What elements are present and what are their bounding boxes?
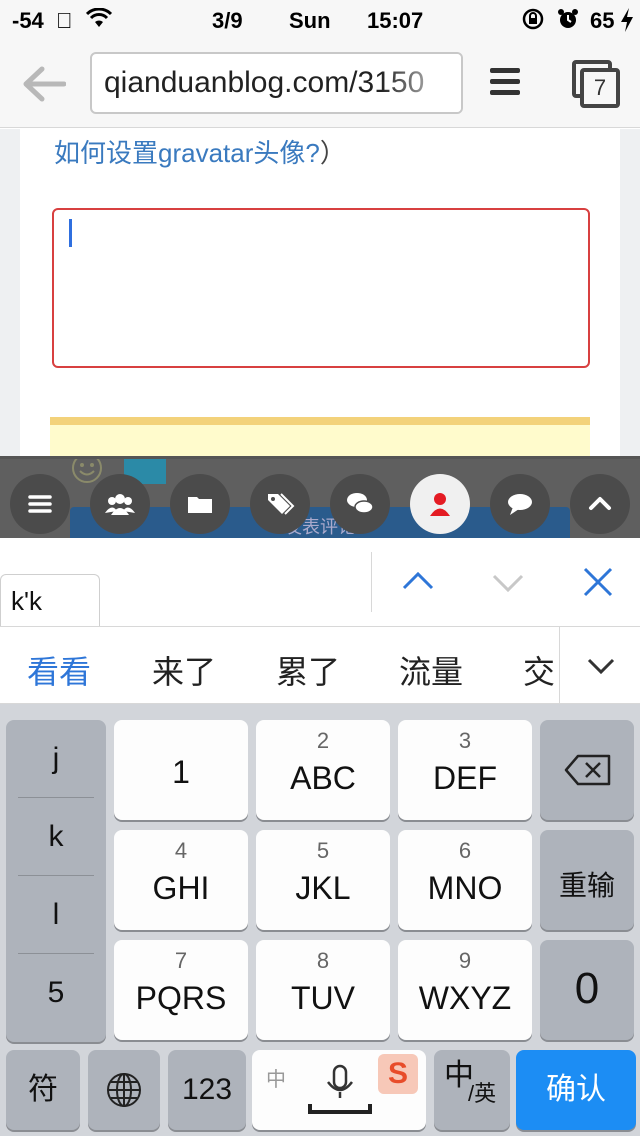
space-key[interactable]: 中 S <box>252 1050 426 1130</box>
backspace-icon <box>564 754 611 786</box>
globe-icon <box>107 1073 141 1107</box>
candidate-item[interactable]: 来了 <box>152 647 216 693</box>
key-9[interactable]: 9 WXYZ <box>398 940 532 1040</box>
language-toggle-key[interactable]: 中 /英 <box>434 1050 510 1130</box>
key-4[interactable]: 4 GHI <box>114 830 248 930</box>
key-1[interactable]: 1 <box>114 720 248 820</box>
browser-toolbar: qianduanblog.com/3150 7 <box>0 40 640 128</box>
pinyin-syllable-column[interactable]: j k l 5 <box>6 720 106 1042</box>
syllable-item[interactable]: l <box>18 876 94 954</box>
space-label: 中 <box>266 1069 286 1091</box>
status-bar: -54  3/9 Sun 15:07 65 <box>0 0 640 40</box>
back-arrow-icon[interactable] <box>22 66 66 102</box>
close-icon[interactable] <box>580 564 616 600</box>
url-text: qianduanblog.com/3150 <box>104 66 425 99</box>
battery-percent: 65 <box>590 8 615 33</box>
candidate-bar: 看看 来了 累了 流量 交 <box>0 626 640 704</box>
time-label: 15:07 <box>367 8 424 33</box>
chat-icon <box>508 494 532 515</box>
numbers-key[interactable]: 123 <box>168 1050 246 1130</box>
comment-options-panel <box>50 417 590 459</box>
syllable-item[interactable]: 5 <box>18 954 94 1032</box>
syllable-item[interactable]: j <box>18 720 94 798</box>
chevron-down-icon[interactable] <box>490 564 526 600</box>
key-3[interactable]: 3 DEF <box>398 720 532 820</box>
candidate-item[interactable]: 流量 <box>399 647 463 693</box>
toolbar-comments-button[interactable] <box>330 474 390 534</box>
expand-candidates-button[interactable] <box>559 627 640 703</box>
tab-count: 7 <box>580 68 620 108</box>
confirm-key[interactable]: 确认 <box>516 1050 636 1130</box>
toolbar-up-button[interactable] <box>570 474 630 534</box>
alarm-icon <box>558 9 578 28</box>
toolbar-menu-button[interactable] <box>10 474 70 534</box>
users-icon <box>105 494 135 515</box>
microphone-icon <box>308 1064 372 1114</box>
smiley-icon[interactable] <box>70 456 104 485</box>
comment-textarea[interactable] <box>52 208 590 368</box>
floating-toolbar: 发表评论 <box>0 456 640 538</box>
key-6[interactable]: 6 MNO <box>398 830 532 930</box>
key-7[interactable]: 7 PQRS <box>114 940 248 1040</box>
key-2[interactable]: 2 ABC <box>256 720 390 820</box>
apple-icon:  <box>56 8 73 34</box>
keyboard: j k l 5 1 2 ABC 3 DEF 4 GHI 5 JKL 6 MNO … <box>0 704 640 1136</box>
chevron-down-icon <box>587 658 615 675</box>
tags-icon <box>268 493 295 515</box>
signal-strength: -54 <box>12 8 44 33</box>
candidate-item[interactable]: 看看 <box>27 647 91 693</box>
globe-key[interactable] <box>88 1050 160 1130</box>
toolbar-users-button[interactable] <box>90 474 150 534</box>
toolbar-user-button[interactable] <box>410 474 470 534</box>
ime-header: k'k <box>0 538 640 626</box>
user-icon <box>430 493 450 516</box>
syllable-item[interactable]: k <box>18 798 94 876</box>
charging-bolt-icon <box>621 8 633 32</box>
reenter-key[interactable]: 重输 <box>540 830 634 930</box>
candidate-item[interactable]: 累了 <box>276 647 340 693</box>
comments-icon <box>347 493 374 514</box>
toolbar-tags-button[interactable] <box>250 474 310 534</box>
day-label: Sun <box>289 8 331 33</box>
url-field[interactable]: qianduanblog.com/3150 <box>90 52 463 114</box>
toolbar-folder-button[interactable] <box>170 474 230 534</box>
pinyin-composition: k'k <box>0 574 100 626</box>
tabs-button[interactable]: 7 <box>572 60 622 108</box>
menu-icon[interactable] <box>490 68 526 100</box>
chevron-up-icon[interactable] <box>400 564 436 600</box>
link-paren: ） <box>319 138 346 168</box>
backspace-key[interactable] <box>540 720 634 820</box>
sogou-logo-icon: S <box>378 1054 418 1094</box>
lang-secondary: /英 <box>468 1081 497 1106</box>
page-indicator: 3/9 <box>212 8 243 33</box>
key-5[interactable]: 5 JKL <box>256 830 390 930</box>
key-8[interactable]: 8 TUV <box>256 940 390 1040</box>
rotation-lock-icon <box>522 8 544 30</box>
candidate-item[interactable]: 交 <box>523 647 555 693</box>
menu-icon <box>28 495 52 513</box>
web-page: 如何设置gravatar头像?） <box>0 129 640 459</box>
gravatar-help-link[interactable]: 如何设置gravatar头像?） <box>54 133 346 170</box>
folder-icon <box>188 497 212 513</box>
wifi-icon <box>86 8 112 27</box>
text-caret <box>69 219 72 247</box>
toolbar-chat-button[interactable] <box>490 474 550 534</box>
key-0[interactable]: 0 <box>540 940 634 1040</box>
chevron-up-icon <box>589 497 611 510</box>
symbols-key[interactable]: 符 <box>6 1050 80 1130</box>
